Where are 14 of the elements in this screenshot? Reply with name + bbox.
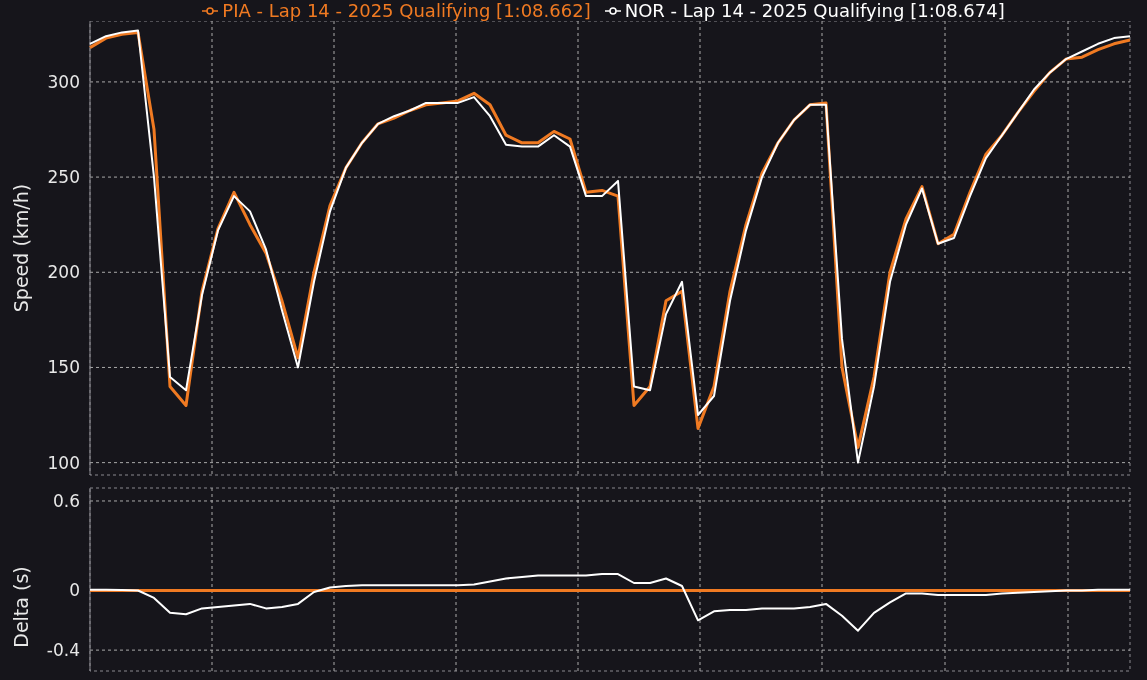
legend-marker-icon xyxy=(202,5,219,16)
axis-title: Delta (s) xyxy=(10,566,32,648)
legend-item[interactable]: PIA - Lap 14 - 2025 Qualifying [1:08.662] xyxy=(202,0,591,21)
axis-tick-label: 0 xyxy=(69,580,80,601)
axis-tick-label: 150 xyxy=(47,357,80,378)
axis-tick-label: 0.6 xyxy=(52,491,80,511)
axis-tick-label: -0.4 xyxy=(46,640,80,661)
axis-tick-label: 100 xyxy=(47,452,80,473)
legend-marker-icon xyxy=(604,5,621,16)
legend-item[interactable]: NOR - Lap 14 - 2025 Qualifying [1:08.674] xyxy=(604,0,1005,21)
axis-tick-label: 250 xyxy=(47,167,80,188)
axis-tick-label: 200 xyxy=(47,262,80,283)
axis-tick-label: 300 xyxy=(47,71,80,92)
axis-title: Speed (km/h) xyxy=(10,183,32,313)
